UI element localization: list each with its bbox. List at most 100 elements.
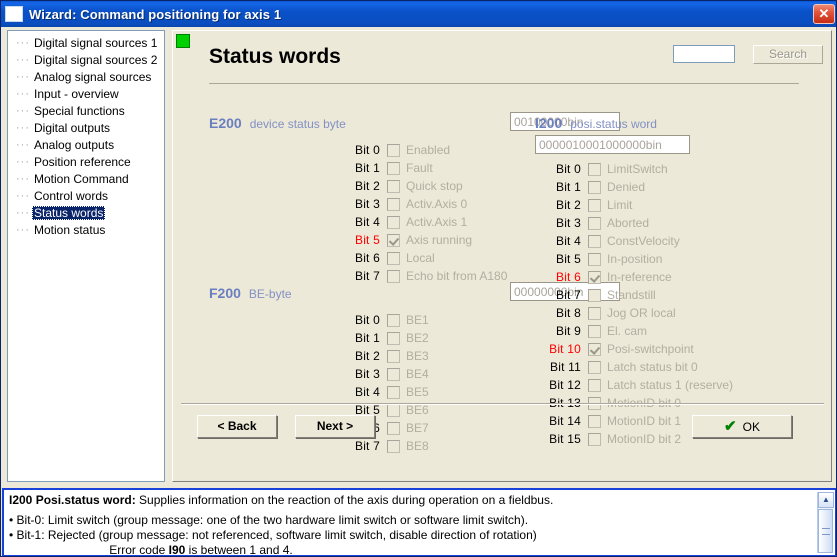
bit-checkbox[interactable]	[387, 161, 400, 175]
bit-checkbox[interactable]	[588, 432, 601, 446]
help-heading-text: Supplies information on the reaction of …	[135, 493, 554, 507]
next-button[interactable]: Next >	[295, 415, 375, 438]
tree-branch-icon: ···	[16, 104, 30, 117]
close-icon[interactable]: ✕	[813, 4, 835, 24]
bit-checkbox[interactable]	[588, 306, 601, 320]
bit-name-label: Limit	[607, 198, 633, 212]
bit-checkbox[interactable]	[387, 215, 400, 229]
navigation-tree[interactable]: ··· Digital signal sources 1 ··· Digital si…	[7, 30, 165, 482]
bit-checkbox[interactable]	[387, 269, 400, 283]
bit-row: Bit 7 Standstill	[535, 286, 733, 304]
bit-index-label: Bit 3	[354, 197, 380, 211]
bit-checkbox[interactable]	[588, 216, 601, 230]
bit-index-label: Bit 5	[555, 252, 581, 266]
bit-checkbox[interactable]	[387, 331, 400, 345]
help-error-pre: Error code	[109, 543, 169, 557]
bit-checkbox[interactable]	[387, 439, 400, 453]
bit-name-label: Denied	[607, 180, 646, 194]
bit-checkbox[interactable]	[588, 288, 601, 302]
bit-checkbox[interactable]	[588, 198, 601, 212]
back-button[interactable]: < Back	[197, 415, 277, 438]
bit-checkbox[interactable]	[588, 342, 601, 356]
bit-row: Bit 0 Enabled	[209, 141, 507, 159]
page-title: Status words	[209, 45, 341, 68]
sidebar-item-motion-status[interactable]: ··· Motion status	[8, 221, 164, 238]
bit-checkbox[interactable]	[588, 162, 601, 176]
search-input[interactable]	[673, 45, 735, 63]
bit-row: Bit 5 In-position	[535, 250, 733, 268]
bit-checkbox[interactable]	[387, 251, 400, 265]
bit-checkbox[interactable]	[387, 349, 400, 363]
tree-branch-icon: ···	[16, 87, 30, 100]
bit-row: Bit 5 Axis running	[209, 231, 507, 249]
help-panel: I200 Posi.status word: Supplies informat…	[2, 488, 836, 557]
sidebar-item-control-words[interactable]: ··· Control words	[8, 187, 164, 204]
bit-index-label: Bit 6	[354, 251, 380, 265]
bit-name-label: Quick stop	[406, 179, 463, 193]
group-i200-code: I200	[535, 115, 563, 131]
tree-branch-icon: ···	[16, 206, 30, 219]
help-content: I200 Posi.status word: Supplies informat…	[4, 490, 835, 557]
sidebar-item-digital-signal-sources-2[interactable]: ··· Digital signal sources 2	[8, 51, 164, 68]
sidebar-item-label: Digital outputs	[34, 120, 111, 135]
sidebar-item-position-reference[interactable]: ··· Position reference	[8, 153, 164, 170]
bit-checkbox[interactable]	[588, 234, 601, 248]
sidebar-item-digital-signal-sources-1[interactable]: ··· Digital signal sources 1	[8, 34, 164, 51]
tree-branch-icon: ···	[16, 155, 30, 168]
tree-branch-icon: ···	[16, 138, 30, 151]
bit-row: Bit 2 Limit	[535, 196, 733, 214]
scroll-up-icon[interactable]: ▲	[818, 492, 834, 508]
sidebar-item-label: Position reference	[34, 154, 131, 169]
search-button[interactable]: Search	[753, 45, 823, 64]
group-i200-value[interactable]: 0000010001000000bin	[535, 135, 690, 154]
sidebar-item-digital-outputs[interactable]: ··· Digital outputs	[8, 119, 164, 136]
window-icon	[5, 6, 23, 22]
wizard-window: Wizard: Command positioning for axis 1 ✕…	[0, 0, 837, 557]
bit-index-label: Bit 0	[354, 313, 380, 327]
bit-name-label: Standstill	[607, 288, 656, 302]
bit-row: Bit 1 Denied	[535, 178, 733, 196]
sidebar-item-label: Analog outputs	[34, 137, 115, 152]
bit-checkbox[interactable]	[387, 197, 400, 211]
help-scrollbar[interactable]: ▲	[817, 492, 834, 553]
title-divider	[209, 83, 799, 84]
footer-divider	[181, 403, 824, 405]
sidebar-item-analog-outputs[interactable]: ··· Analog outputs	[8, 136, 164, 153]
bit-index-label: Bit 9	[555, 324, 581, 338]
group-i200: I200 posi.status word 0000010001000000bi…	[535, 115, 733, 448]
sidebar-item-input-overview[interactable]: ··· Input - overview	[8, 85, 164, 102]
bit-checkbox[interactable]	[588, 180, 601, 194]
bit-checkbox[interactable]	[588, 414, 601, 428]
bit-checkbox[interactable]	[387, 367, 400, 381]
sidebar-item-analog-signal-sources[interactable]: ··· Analog signal sources	[8, 68, 164, 85]
bit-checkbox[interactable]	[588, 360, 601, 374]
help-line-error: Error code I90 is between 1 and 4.	[9, 543, 813, 557]
bit-checkbox[interactable]	[387, 233, 400, 247]
bit-checkbox[interactable]	[387, 143, 400, 157]
bit-checkbox[interactable]	[588, 252, 601, 266]
bit-checkbox[interactable]	[387, 421, 400, 435]
bit-checkbox[interactable]	[387, 403, 400, 417]
bit-checkbox[interactable]	[588, 270, 601, 284]
bit-checkbox[interactable]	[387, 179, 400, 193]
ok-button[interactable]: ✔ OK	[692, 415, 792, 438]
bit-checkbox[interactable]	[387, 385, 400, 399]
sidebar-item-motion-command[interactable]: ··· Motion Command	[8, 170, 164, 187]
bit-index-label: Bit 4	[354, 215, 380, 229]
bit-name-label: MotionID bit 1	[607, 414, 682, 428]
scrollbar-thumb[interactable]	[818, 509, 833, 553]
help-heading: I200 Posi.status word: Supplies informat…	[9, 493, 813, 508]
group-e200-description: device status byte	[249, 117, 346, 131]
sidebar-item-status-words[interactable]: ··· Status words	[8, 204, 164, 221]
bit-name-label: In-position	[607, 252, 663, 266]
tree-branch-icon: ···	[16, 53, 30, 66]
bit-checkbox[interactable]	[588, 378, 601, 392]
help-line-bit1: • Bit-1: Rejected (group message: not re…	[9, 528, 537, 542]
bit-checkbox[interactable]	[588, 324, 601, 338]
title-bar: Wizard: Command positioning for axis 1 ✕	[1, 1, 836, 27]
bit-checkbox[interactable]	[387, 313, 400, 327]
sidebar-item-special-functions[interactable]: ··· Special functions	[8, 102, 164, 119]
bit-row: Bit 0 LimitSwitch	[535, 160, 733, 178]
help-error-code: I90	[168, 543, 186, 557]
bit-index-label: Bit 1	[354, 161, 380, 175]
